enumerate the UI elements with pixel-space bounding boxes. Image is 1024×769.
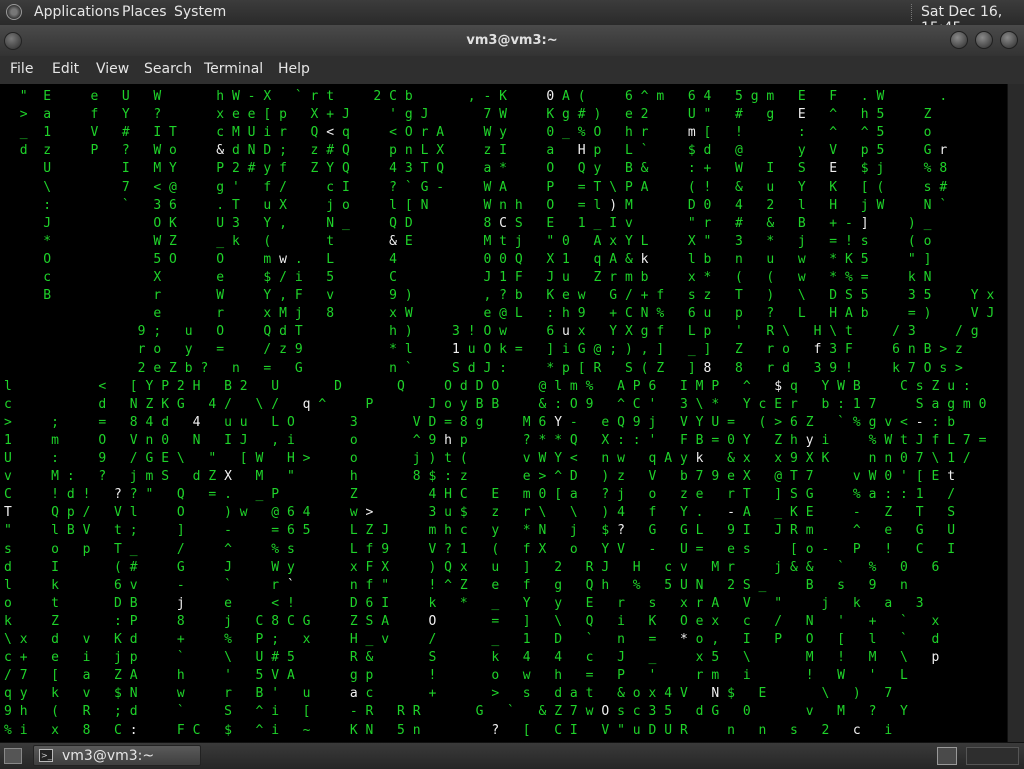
maximize-button[interactable] (975, 31, 993, 49)
applications-icon[interactable] (6, 4, 22, 20)
window-title: vm3@vm3:~ (466, 33, 558, 48)
menu-terminal[interactable]: Terminal (204, 61, 263, 77)
panel-separator (911, 4, 914, 21)
workspace-switcher[interactable] (966, 747, 1019, 765)
menu-view[interactable]: View (96, 61, 129, 77)
taskbar-button-terminal[interactable]: >_ vm3@vm3:~ (33, 745, 201, 766)
workspace-1[interactable] (937, 747, 957, 765)
window-titlebar[interactable]: vm3@vm3:~ (0, 25, 1024, 56)
terminal-output[interactable]: " E e U W h W - X ` r t 2 C b , - K 0 A … (0, 84, 1007, 742)
menu-help[interactable]: Help (278, 61, 310, 77)
terminal-menubar: File Edit View Search Terminal Help (0, 56, 1024, 85)
menu-file[interactable]: File (10, 61, 33, 77)
menu-edit[interactable]: Edit (52, 61, 79, 77)
matrix-rain: " E e U W h W - X ` r t 2 C b , - K 0 A … (4, 89, 995, 738)
bottom-panel: >_ vm3@vm3:~ (0, 742, 1024, 769)
close-button[interactable] (1000, 31, 1018, 49)
terminal-scrollbar[interactable] (1007, 84, 1024, 742)
top-panel: Applications Places System Sat Dec 16, 1… (0, 0, 1024, 36)
menu-places[interactable]: Places (122, 4, 167, 20)
terminal-icon: >_ (39, 749, 53, 762)
menu-applications[interactable]: Applications (34, 4, 120, 20)
taskbar-button-label: vm3@vm3:~ (62, 748, 155, 764)
menu-system[interactable]: System (174, 4, 226, 20)
show-desktop-icon[interactable] (4, 748, 22, 764)
minimize-button[interactable] (950, 31, 968, 49)
menu-search[interactable]: Search (144, 61, 192, 77)
